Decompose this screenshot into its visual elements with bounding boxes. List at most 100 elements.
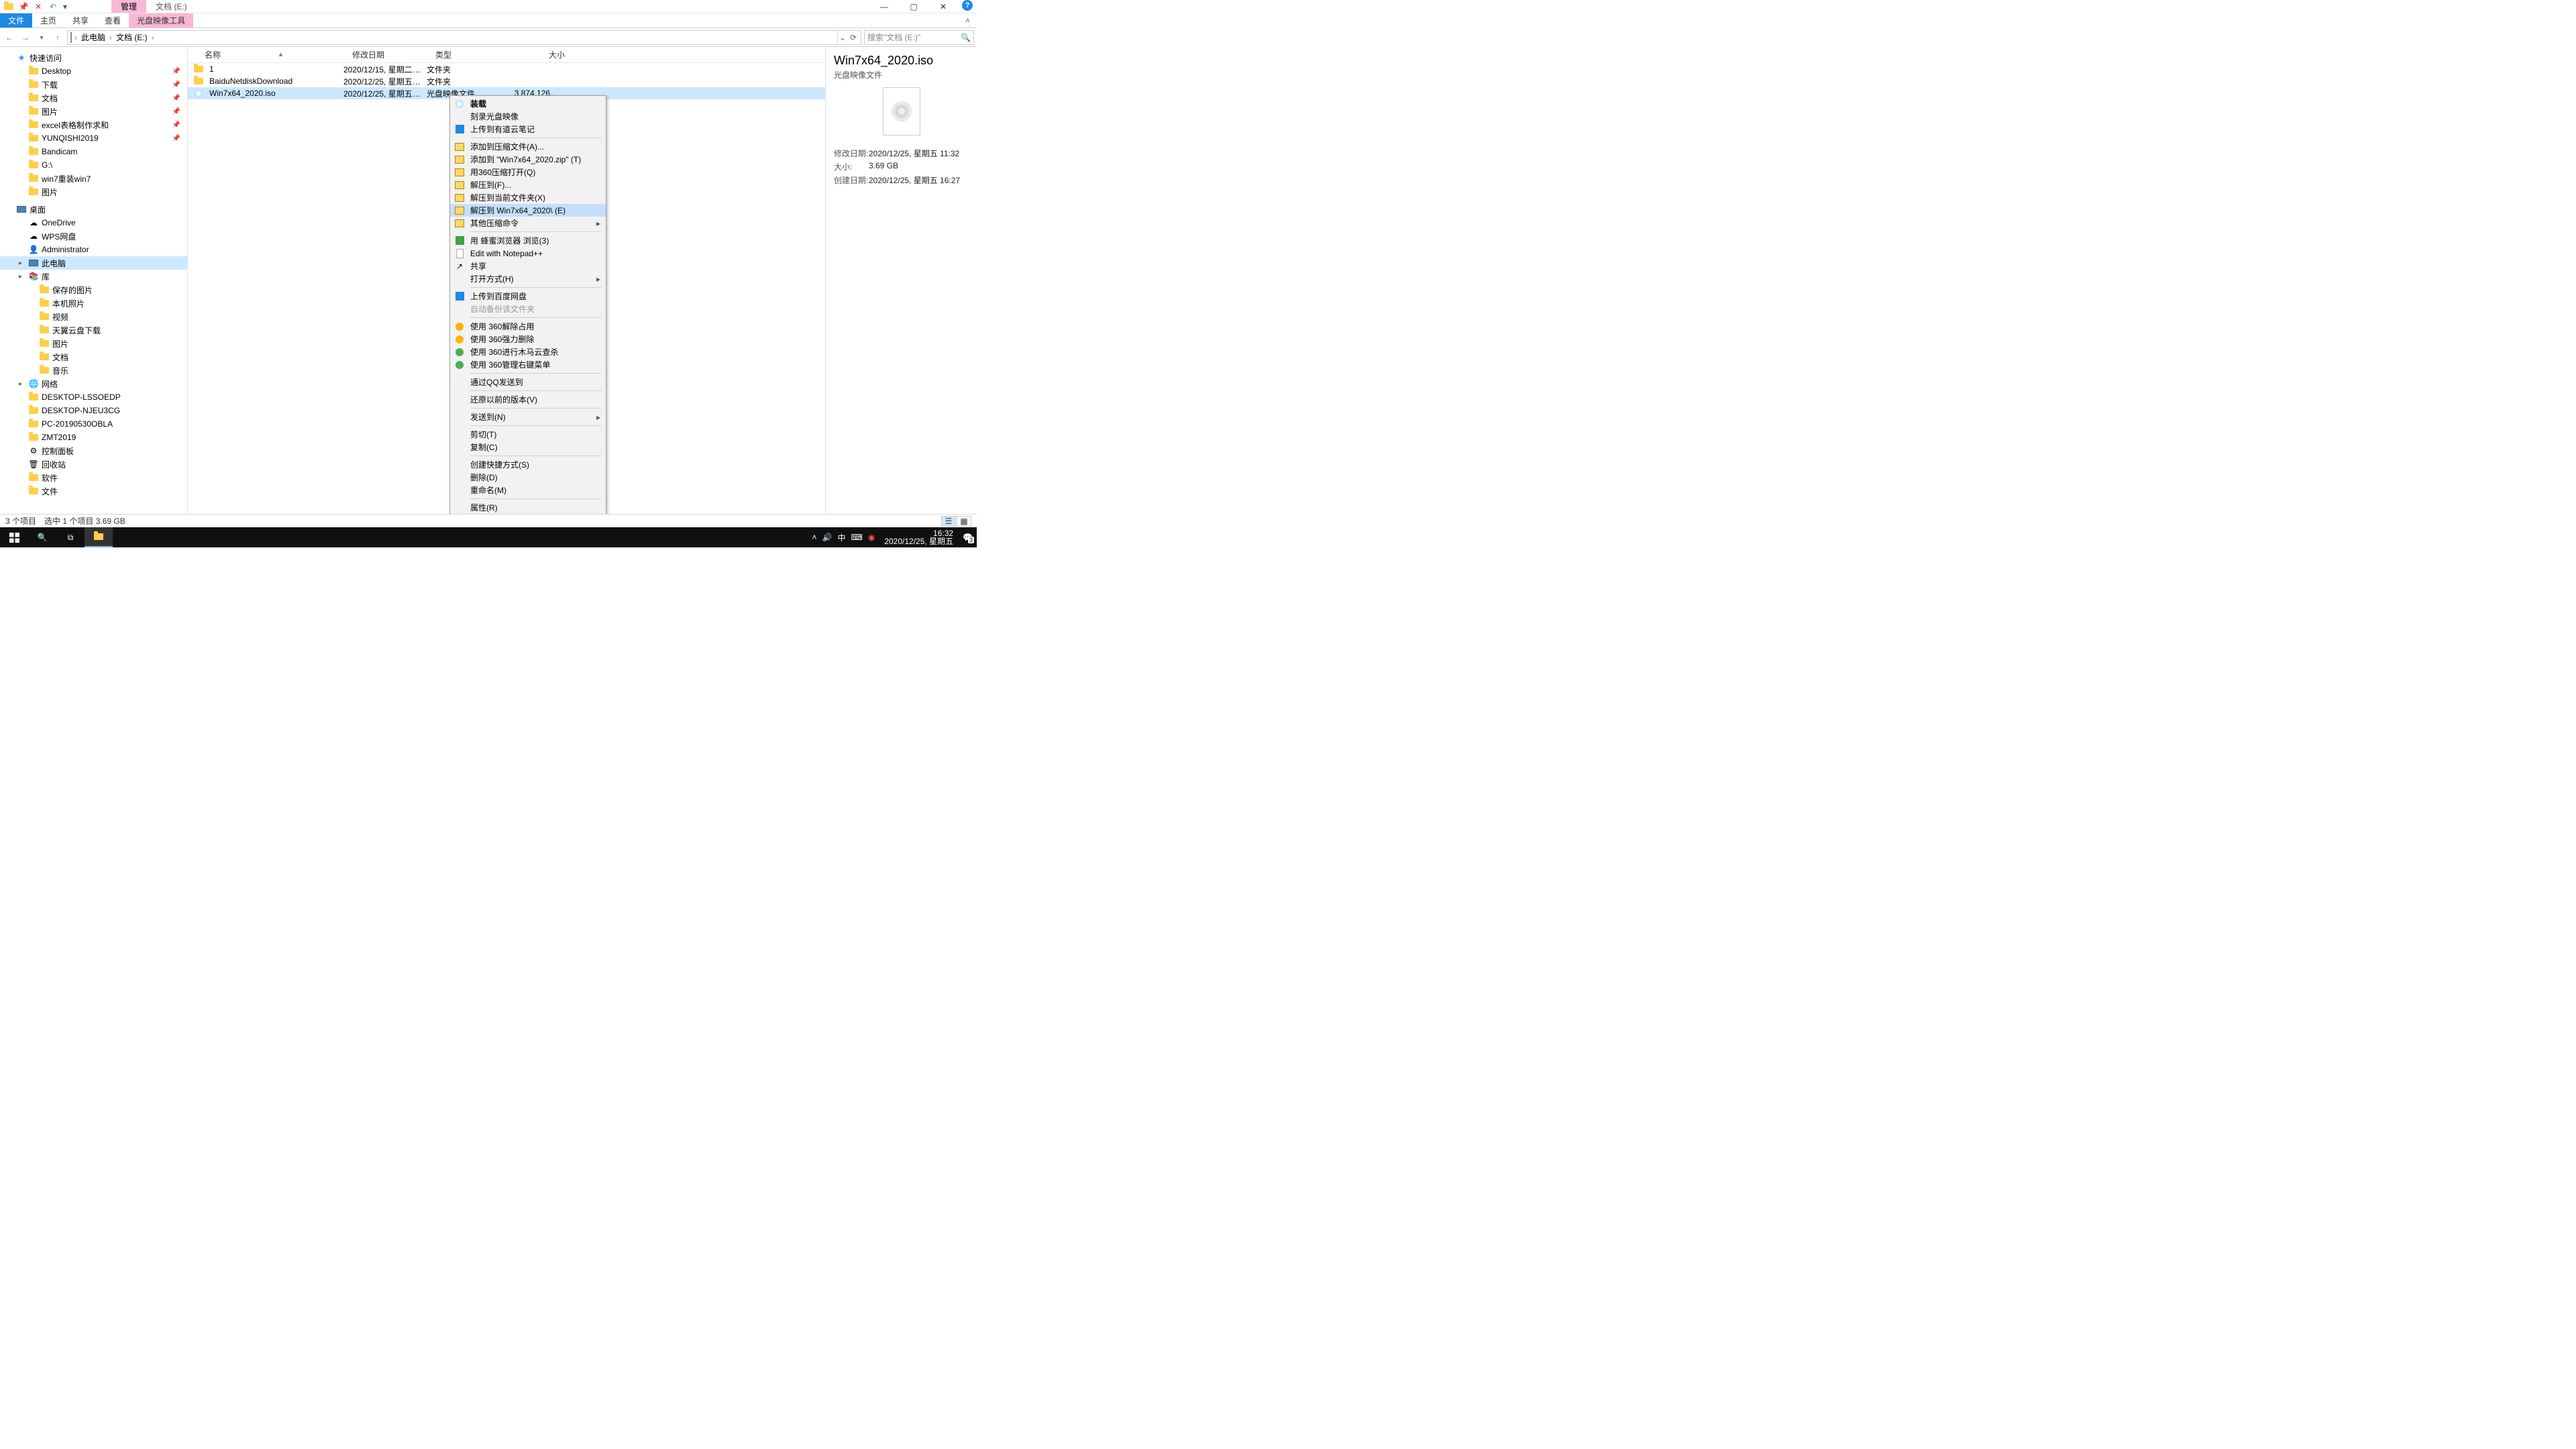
task-view-button[interactable]: ⧉ — [56, 527, 85, 547]
tree-item[interactable]: excel表格制作求和📌 — [0, 118, 187, 131]
context-menu-item[interactable]: 发送到(N)▸ — [450, 411, 606, 423]
back-button[interactable]: ← — [3, 31, 16, 44]
context-menu-item[interactable]: 剪切(T) — [450, 428, 606, 441]
bandicam-tray-icon[interactable]: ◉ — [868, 533, 875, 542]
tree-item[interactable]: 本机照片 — [0, 297, 187, 310]
context-menu-item[interactable]: 添加到压缩文件(A)... — [450, 140, 606, 153]
ribbon-collapse-icon[interactable]: ˄ — [959, 13, 977, 28]
context-menu-item[interactable]: ↗共享 — [450, 260, 606, 272]
context-menu-item[interactable]: 使用 360管理右键菜单 — [450, 358, 606, 371]
tree-item[interactable]: 音乐 — [0, 364, 187, 377]
context-menu-item[interactable]: 上传到百度网盘 — [450, 290, 606, 303]
tree-item[interactable]: ▸📚库 — [0, 270, 187, 283]
context-menu-item[interactable]: 解压到 Win7x64_2020\ (E) — [450, 204, 606, 217]
expand-icon[interactable]: ▸ — [19, 380, 25, 388]
address-bar[interactable]: › 此电脑 › 文档 (E:) › ⌄ ⟳ — [67, 30, 861, 45]
tree-item[interactable]: ☁OneDrive — [0, 216, 187, 229]
start-button[interactable] — [0, 527, 28, 547]
taskbar-search-button[interactable]: 🔍 — [28, 527, 56, 547]
action-center-icon[interactable]: 💬3 — [963, 533, 973, 542]
context-menu-item[interactable]: 使用 360解除占用 — [450, 320, 606, 333]
context-menu-item[interactable]: 解压到(F)... — [450, 178, 606, 191]
tree-item[interactable]: 天翼云盘下载 — [0, 323, 187, 337]
search-input[interactable]: 搜索"文档 (E:)" 🔍 — [864, 30, 974, 45]
tree-item[interactable]: 👤Administrator — [0, 243, 187, 256]
taskbar-explorer-button[interactable] — [85, 527, 113, 547]
context-menu-item[interactable]: 通过QQ发送到 — [450, 376, 606, 388]
address-dropdown-icon[interactable]: ⌄ — [839, 33, 846, 42]
up-button[interactable]: ↑ — [51, 31, 64, 44]
expand-icon[interactable]: ▸ — [19, 260, 25, 267]
view-details-button[interactable]: ☰ — [941, 516, 956, 527]
tree-item[interactable]: Desktop📌 — [0, 64, 187, 78]
tree-item[interactable]: 🗑回收站 — [0, 458, 187, 471]
tree-item[interactable]: 保存的图片 — [0, 283, 187, 297]
tree-quick-access[interactable]: ★ 快速访问 — [0, 51, 187, 64]
ribbon-tab-file[interactable]: 文件 — [0, 13, 32, 28]
file-row[interactable]: 12020/12/15, 星期二 1...文件夹 — [188, 63, 825, 75]
view-icons-button[interactable]: ▦ — [957, 516, 971, 527]
chevron-right-icon[interactable]: › — [109, 33, 112, 42]
forward-button[interactable]: → — [19, 31, 32, 44]
tree-item[interactable]: DESKTOP-NJEU3CG — [0, 404, 187, 417]
chevron-right-icon[interactable]: › — [152, 33, 154, 42]
tree-item[interactable]: 软件 — [0, 471, 187, 484]
refresh-icon[interactable]: ⟳ — [850, 33, 857, 42]
ribbon-tab-share[interactable]: 共享 — [64, 13, 97, 28]
tree-item[interactable]: PC-20190530OBLA — [0, 417, 187, 431]
expand-icon[interactable]: ▸ — [19, 273, 25, 280]
keyboard-icon[interactable]: ⌨ — [851, 533, 863, 542]
tree-item[interactable]: ▸此电脑 — [0, 256, 187, 270]
context-menu-item[interactable]: 属性(R) — [450, 501, 606, 514]
qat-dropdown-icon[interactable]: ▾ — [62, 2, 68, 11]
help-icon[interactable]: ? — [962, 0, 973, 11]
search-icon[interactable]: 🔍 — [961, 33, 971, 42]
tree-item[interactable]: ▸🌐网络 — [0, 377, 187, 390]
tree-item[interactable]: 下载📌 — [0, 78, 187, 91]
ribbon-tab-iso-tools[interactable]: 光盘映像工具 — [129, 13, 193, 28]
ime-indicator[interactable]: 中 — [837, 532, 845, 543]
breadcrumb-location[interactable]: 文档 (E:) — [115, 32, 149, 43]
column-date[interactable]: 修改日期 — [347, 47, 430, 62]
tree-item[interactable]: Bandicam — [0, 145, 187, 158]
context-menu-item[interactable]: 其他压缩命令▸ — [450, 217, 606, 229]
qat-delete-icon[interactable]: ✕ — [32, 1, 44, 12]
ribbon-tab-view[interactable]: 查看 — [97, 13, 129, 28]
tree-item[interactable]: YUNQISHI2019📌 — [0, 131, 187, 145]
context-menu-item[interactable]: 创建快捷方式(S) — [450, 458, 606, 471]
chevron-right-icon[interactable]: › — [74, 33, 77, 42]
context-menu-item[interactable]: 上传到有道云笔记 — [450, 123, 606, 136]
tree-item[interactable]: 文档📌 — [0, 91, 187, 105]
close-button[interactable]: ✕ — [928, 0, 958, 13]
tree-item[interactable]: 文件 — [0, 484, 187, 498]
context-menu-item[interactable]: 复制(C) — [450, 441, 606, 453]
minimize-button[interactable]: — — [869, 0, 899, 13]
tree-item[interactable]: 图片 — [0, 185, 187, 199]
volume-icon[interactable]: 🔊 — [822, 533, 833, 542]
context-menu-item[interactable]: 重命名(M) — [450, 484, 606, 496]
context-menu-item[interactable]: 装载 — [450, 97, 606, 110]
context-menu-item[interactable]: 刻录光盘映像 — [450, 110, 606, 123]
tray-overflow-icon[interactable]: ˄ — [812, 533, 817, 542]
tree-item[interactable]: 文档 — [0, 350, 187, 364]
tree-item[interactable]: 图片📌 — [0, 105, 187, 118]
context-menu-item[interactable]: 使用 360强力删除 — [450, 333, 606, 345]
ribbon-tab-home[interactable]: 主页 — [32, 13, 64, 28]
context-menu-item[interactable]: 还原以前的版本(V) — [450, 393, 606, 406]
maximize-button[interactable]: ▢ — [899, 0, 928, 13]
column-name[interactable]: 名称▲ — [199, 47, 347, 62]
tree-item[interactable]: ☁WPS网盘 — [0, 229, 187, 243]
context-menu-item[interactable]: 用360压缩打开(Q) — [450, 166, 606, 178]
column-size[interactable]: 大小 — [500, 47, 571, 62]
recent-dropdown-icon[interactable]: ▼ — [35, 31, 48, 44]
taskbar-clock[interactable]: 16:32 2020/12/25, 星期五 — [880, 528, 957, 547]
breadcrumb-root[interactable]: 此电脑 — [80, 32, 107, 43]
context-menu-item[interactable]: Edit with Notepad++ — [450, 247, 606, 260]
tree-item[interactable]: DESKTOP-LSSOEDP — [0, 390, 187, 404]
tree-item[interactable]: 视频 — [0, 310, 187, 323]
qat-undo-icon[interactable]: ↶ — [47, 1, 59, 12]
tree-item[interactable]: ZMT2019 — [0, 431, 187, 444]
tree-item[interactable]: 图片 — [0, 337, 187, 350]
context-menu-item[interactable]: 解压到当前文件夹(X) — [450, 191, 606, 204]
context-menu-item[interactable]: 添加到 "Win7x64_2020.zip" (T) — [450, 153, 606, 166]
